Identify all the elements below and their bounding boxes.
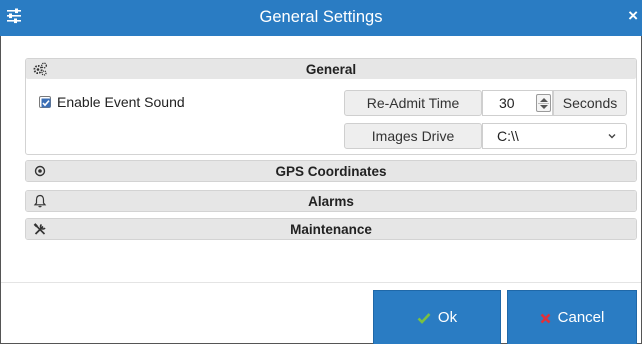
maintenance-title: Maintenance (290, 222, 372, 237)
alarms-panel: Alarms (25, 190, 637, 212)
ok-button-label: Ok (437, 309, 458, 326)
spin-down-icon[interactable] (540, 105, 548, 109)
alarms-title: Alarms (308, 194, 354, 209)
readmit-time-units: Seconds (553, 90, 627, 116)
chevron-down-icon (608, 134, 616, 139)
general-panel-header[interactable]: General (26, 59, 636, 79)
general-panel: General Enable Event Sound Re-Admit Time… (25, 58, 637, 155)
enable-event-sound-label[interactable]: Enable Event Sound (57, 94, 185, 110)
readmit-time-spinner[interactable] (536, 94, 551, 112)
images-drive-select[interactable]: C:\\ (482, 123, 627, 149)
x-icon (540, 313, 551, 324)
footer-divider (1, 282, 641, 283)
cancel-button[interactable]: Cancel (507, 290, 637, 344)
alarms-header[interactable]: Alarms (26, 191, 636, 211)
enable-event-sound-checkbox[interactable] (39, 96, 51, 108)
spinner-divider (538, 103, 549, 104)
gps-coordinates-header[interactable]: GPS Coordinates (26, 161, 636, 181)
check-icon (417, 313, 431, 324)
readmit-time-value: 30 (499, 95, 515, 111)
cancel-button-label: Cancel (557, 309, 605, 326)
spin-up-icon[interactable] (540, 98, 548, 102)
gps-coordinates-title: GPS Coordinates (275, 164, 387, 179)
images-drive-label: Images Drive (344, 123, 482, 149)
close-icon[interactable]: × (628, 5, 638, 27)
gps-coordinates-panel: GPS Coordinates (25, 160, 637, 182)
maintenance-panel: Maintenance (25, 218, 637, 240)
readmit-time-input[interactable]: 30 (482, 90, 553, 116)
dialog-title: General Settings (259, 8, 383, 26)
check-icon (41, 98, 51, 108)
maintenance-header[interactable]: Maintenance (26, 219, 636, 239)
general-panel-title: General (305, 62, 357, 77)
images-drive-value: C:\\ (497, 128, 519, 144)
dialog-titlebar: General Settings × (0, 0, 642, 36)
ok-button-content: Ok (374, 309, 500, 326)
ok-button[interactable]: Ok (373, 290, 501, 344)
cancel-button-content: Cancel (508, 309, 636, 326)
readmit-time-label: Re-Admit Time (344, 90, 482, 116)
